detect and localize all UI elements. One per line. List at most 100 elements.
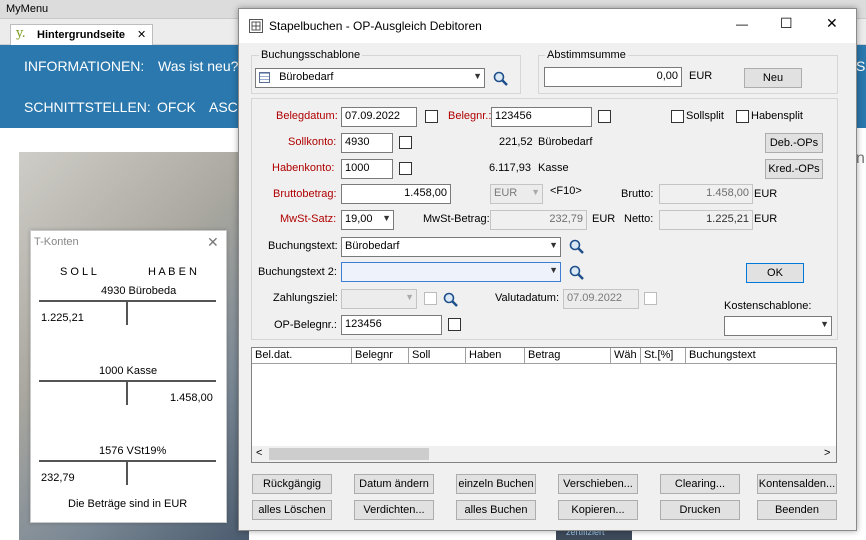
post-all-button[interactable]: alles Buchen — [456, 500, 536, 520]
t-account-stem — [126, 300, 128, 325]
mwst-betrag-field: 232,79 — [490, 210, 587, 230]
t-konten-title: T-Konten — [34, 236, 79, 248]
column-header[interactable]: Betrag — [525, 348, 611, 364]
t-account-header: 1000 Kasse — [99, 365, 158, 377]
template-select[interactable]: Bürobedarf ▼ — [255, 68, 485, 88]
edge-text: n: — [856, 150, 866, 167]
soll-heading: S O L L — [60, 266, 97, 278]
nav-schnittstellen[interactable]: SCHNITTSTELLEN: — [24, 99, 151, 115]
account-balances-button[interactable]: Kontensalden... — [757, 474, 837, 494]
mwst-betrag-currency: EUR — [592, 213, 616, 225]
sollsplit-checkbox[interactable] — [671, 110, 684, 123]
tab-hintergrundseite[interactable]: y. Hintergrundseite ✕ — [10, 24, 153, 45]
buchungstext-select[interactable]: Bürobedarf ▼ — [341, 237, 561, 257]
maximize-icon[interactable]: ☐ — [780, 15, 793, 32]
t-account-stem — [126, 460, 128, 485]
scroll-left-icon[interactable]: < — [256, 447, 262, 459]
booking-grid[interactable]: Bel.dat. Belegnr Soll Haben Betrag Wäh S… — [251, 347, 837, 463]
checksum-field[interactable]: 0,00 — [544, 67, 682, 87]
soll-balance: 221,52 — [499, 136, 533, 148]
belegdatum-label: Belegdatum: — [276, 110, 338, 122]
exit-button[interactable]: Beenden — [757, 500, 837, 520]
deb-ops-button[interactable]: Deb.-OPs — [765, 133, 823, 153]
kostenschablone-select[interactable]: ▼ — [724, 316, 832, 336]
ok-button[interactable]: OK — [746, 263, 804, 283]
netto-label: Netto: — [624, 213, 654, 225]
t-account-header: 4930 Bürobeda — [101, 285, 177, 297]
valutadatum-field[interactable]: 07.09.2022 — [563, 289, 639, 309]
column-header[interactable]: Bel.dat. — [252, 348, 352, 364]
buchungstext-label: Buchungstext: — [268, 240, 338, 252]
undo-button[interactable]: Rückgängig — [252, 474, 332, 494]
t-konten-close-icon[interactable]: ✕ — [207, 234, 219, 251]
belegnr-checkbox[interactable] — [598, 110, 611, 123]
haben-account-name: Kasse — [538, 162, 569, 174]
belegdatum-field[interactable]: 07.09.2022 — [341, 107, 417, 127]
sollkonto-checkbox[interactable] — [399, 136, 412, 149]
move-button[interactable]: Verschieben... — [558, 474, 638, 494]
horizontal-scrollbar[interactable]: < > — [252, 446, 836, 462]
brutto-sum-field: 1.458,00 — [659, 184, 753, 204]
mwst-betrag-label: MwSt-Betrag: — [423, 213, 490, 225]
buchungstext2-select[interactable]: ▼ — [341, 262, 561, 282]
scroll-right-icon[interactable]: > — [824, 447, 830, 459]
soll-account-name: Bürobedarf — [538, 136, 593, 148]
nav-edge-text: SC — [856, 58, 866, 74]
zahlungsziel-checkbox[interactable] — [424, 292, 437, 305]
zahlungsziel-select[interactable]: ▼ — [341, 289, 417, 309]
minimize-icon[interactable]: — — [736, 17, 748, 31]
sollkonto-label: Sollkonto: — [288, 136, 337, 148]
new-button[interactable]: Neu — [744, 68, 802, 88]
copy-button[interactable]: Kopieren... — [558, 500, 638, 520]
search-icon[interactable] — [442, 291, 460, 309]
mwst-select[interactable]: 19,00 ▼ — [341, 210, 394, 230]
condense-button[interactable]: Verdichten... — [354, 500, 434, 520]
delete-all-button[interactable]: alles Löschen — [252, 500, 332, 520]
template-value: Bürobedarf — [279, 71, 334, 83]
kred-ops-button[interactable]: Kred.-OPs — [765, 159, 823, 179]
valutadatum-checkbox[interactable] — [644, 292, 657, 305]
column-header[interactable]: St.[%] — [641, 348, 686, 364]
chevron-down-icon: ▼ — [549, 240, 558, 250]
close-icon[interactable]: ✕ — [826, 15, 838, 32]
netto-currency: EUR — [754, 213, 778, 225]
currency-select[interactable]: EUR ▼ — [490, 184, 543, 204]
change-date-button[interactable]: Datum ändern — [354, 474, 434, 494]
bruttobetrag-field[interactable]: 1.458,00 — [341, 184, 451, 204]
column-header[interactable]: Soll — [409, 348, 466, 364]
valutadatum-label: Valutadatum: — [495, 292, 560, 304]
zahlungsziel-label: Zahlungsziel: — [273, 292, 338, 304]
tab-close-icon[interactable]: ✕ — [137, 28, 146, 41]
search-icon[interactable] — [568, 238, 586, 256]
scroll-thumb[interactable] — [269, 448, 429, 460]
nav-informationen[interactable]: INFORMATIONEN: — [24, 58, 144, 74]
search-icon[interactable] — [568, 264, 586, 282]
post-single-button[interactable]: einzeln Buchen — [456, 474, 536, 494]
habenkonto-label: Habenkonto: — [272, 162, 335, 174]
nav-ofck[interactable]: OFCK — [157, 99, 196, 115]
op-belegnr-label: OP-Belegnr.: — [274, 319, 337, 331]
haben-balance: 6.117,93 — [489, 162, 532, 174]
habensplit-checkbox[interactable] — [736, 110, 749, 123]
chevron-down-icon: ▼ — [382, 213, 391, 223]
belegnr-field[interactable]: 123456 — [491, 107, 592, 127]
op-belegnr-field[interactable]: 123456 — [341, 315, 442, 335]
column-header[interactable]: Haben — [466, 348, 525, 364]
checksum-currency: EUR — [689, 70, 713, 82]
habenkonto-field[interactable]: 1000 — [341, 159, 393, 179]
column-header[interactable]: Belegnr — [352, 348, 409, 364]
nav-asc[interactable]: ASC — [209, 99, 238, 115]
search-icon[interactable] — [492, 70, 510, 88]
nav-was-ist-neu[interactable]: Was ist neu? — [158, 58, 238, 74]
clearing-button[interactable]: Clearing... — [660, 474, 740, 494]
habensplit-label: Habensplit — [751, 110, 803, 122]
column-header[interactable]: Wäh — [611, 348, 641, 364]
buchungstext2-label: Buchungstext 2: — [258, 266, 337, 278]
belegdatum-checkbox[interactable] — [425, 110, 438, 123]
window-app-icon — [249, 19, 263, 33]
print-button[interactable]: Drucken — [660, 500, 740, 520]
sollkonto-field[interactable]: 4930 — [341, 133, 393, 153]
habenkonto-checkbox[interactable] — [399, 162, 412, 175]
column-header[interactable]: Buchungstext — [686, 348, 836, 364]
op-belegnr-checkbox[interactable] — [448, 318, 461, 331]
